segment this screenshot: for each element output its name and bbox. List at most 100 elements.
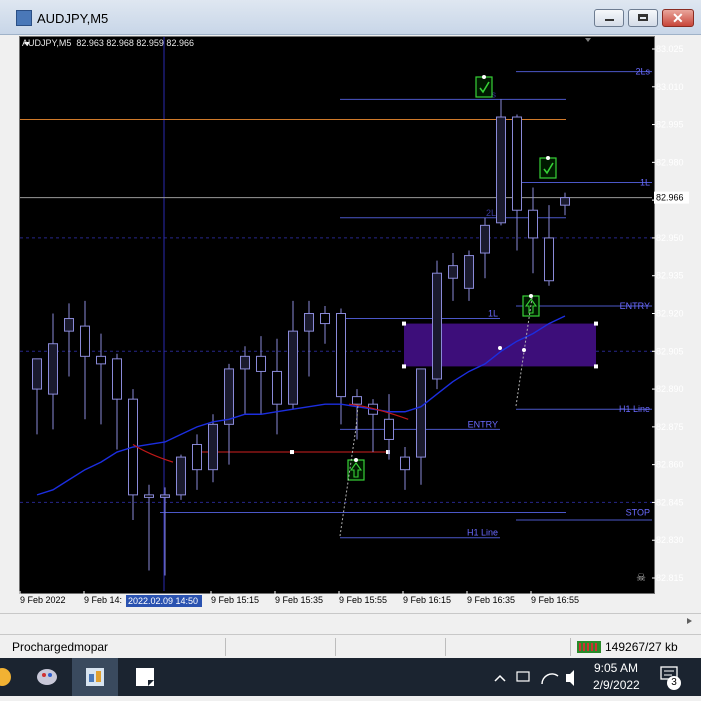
price-axis-label: 82.950 [656,233,684,243]
notification-count-badge: 3 [667,676,681,690]
candle-body [96,355,106,365]
clock-date[interactable]: 2/9/2022 [593,678,640,692]
candle-body [256,355,266,372]
signal-arrow-upper-handle [529,294,533,298]
candle-body [160,494,170,498]
candle-body [544,237,554,282]
price-axis-label: 82.980 [656,157,684,167]
price-axis-label: 83.010 [656,82,684,92]
candle-body [512,116,522,211]
time-axis-label: 9 Feb 16:15 [403,595,451,605]
price-axis-label: 82.845 [656,497,684,507]
label-stop: STOP [626,508,650,518]
time-axis-label: 9 Feb 15:15 [211,595,259,605]
price-axis-label: 82.920 [656,309,684,319]
candle-body [320,313,330,325]
candle-body [32,358,42,390]
label-2l: 2L [486,208,496,218]
candle-body [560,197,570,206]
label-h1-mid: H1 Line [467,528,498,538]
candle-body [304,313,314,332]
price-axis-label: 82.935 [656,271,684,281]
status-bar: Prochargedmopar 149267/27 kb [0,634,701,659]
horizontal-scrollbar[interactable] [0,613,701,629]
candle-body [464,255,474,289]
label-2ls: 2Ls [635,67,650,77]
candle-body [80,325,90,357]
time-axis-label: 9 Feb 2022 [20,595,66,605]
price-axis-label: 82.995 [656,120,684,130]
zone-handle [594,321,598,326]
windows-taskbar: 9:05 AM 2/9/2022 3 [0,658,701,696]
taskbar-app-paint[interactable] [24,658,70,696]
signal-arrow-lower-handle [354,458,358,462]
signal-tick-right [539,157,557,179]
network-icon [516,671,530,682]
price-axis-label: 82.830 [656,535,684,545]
crosshair-time-label: 2022.02.09 14:50 [128,596,198,606]
zone-handle [402,321,406,326]
candle-body [224,368,234,425]
candle-body [384,418,394,440]
taskbar-app-metatrader[interactable] [72,658,118,696]
system-tray-icons[interactable] [490,658,590,696]
time-axis-label: 9 Feb 16:55 [531,595,579,605]
signal-tick-top-handle [482,75,486,79]
chart-canvas[interactable]: 2Ls1LENTRYH1 LineSTOP1LENTRYH1 Line3Ls2L… [0,0,701,613]
status-profile-name: Prochargedmopar [12,640,109,654]
candle-body [336,313,346,398]
signal-tick-top [475,76,493,98]
scroll-right-arrow-icon [687,618,692,624]
candle-body [448,265,458,279]
candle-body [176,456,186,496]
candle-body [416,368,426,458]
price-axis-label: 82.875 [656,422,684,432]
status-traffic: 149267/27 kb [605,640,678,654]
candle-body [192,443,202,471]
candle-body [288,330,298,405]
chart-symbol-header: AUDJPY,M5 82.963 82.968 82.959 82.966 [22,38,194,48]
price-axis-label: 82.860 [656,460,684,470]
dashed-connector [339,427,357,537]
mt4-chart-window: AUDJPY,M5 ✕ 2Ls 1L ENTRY H1 Line STOP 1L ENTRY… [0,0,701,660]
expert-advisor-icon: ☠ [636,572,646,584]
candle-body [352,396,362,405]
candle-body [208,423,218,471]
price-axis-label: 82.905 [656,346,684,356]
moving-average-red-segment [132,443,174,463]
zone-handle [594,364,598,369]
label-entry-mid: ENTRY [468,419,498,429]
candle-body [496,116,506,224]
candle-body [240,355,250,370]
candle-body [528,209,538,239]
candle-body [480,224,490,254]
label-1l-right: 1L [640,178,650,188]
candle-body [64,318,74,332]
taskbar-app-notes[interactable] [122,658,168,696]
candle-body [112,358,122,400]
current-price-label: 82.966 [656,193,684,203]
candle-body [48,343,58,395]
zone-handle [402,364,406,369]
candle-body [400,456,410,471]
chevron-up-icon [494,674,506,682]
time-axis-label: 9 Feb 16:35 [467,595,515,605]
label-h1-right: H1 Line [619,404,650,414]
zone-mid-handle [522,348,526,352]
price-axis-label: 82.815 [656,573,684,583]
time-axis-label: 9 Feb 14: [84,595,122,605]
time-axis-label: 9 Feb 15:35 [275,595,323,605]
red-line-handle [290,450,294,455]
zone-mid-handle [498,346,502,350]
speaker-icon [566,670,574,686]
price-axis-label: 82.890 [656,384,684,394]
price-axis-label: 83.025 [656,44,684,54]
clock-time[interactable]: 9:05 AM [594,661,638,675]
signal-tick-right-handle [546,156,550,160]
label-entry-right: ENTRY [620,301,650,311]
connection-bars-icon [577,641,601,653]
candle-body [272,370,282,405]
label-1l-mid: 1L [488,309,498,319]
candle-body [144,494,154,498]
chart-shift-marker-icon [585,38,591,42]
